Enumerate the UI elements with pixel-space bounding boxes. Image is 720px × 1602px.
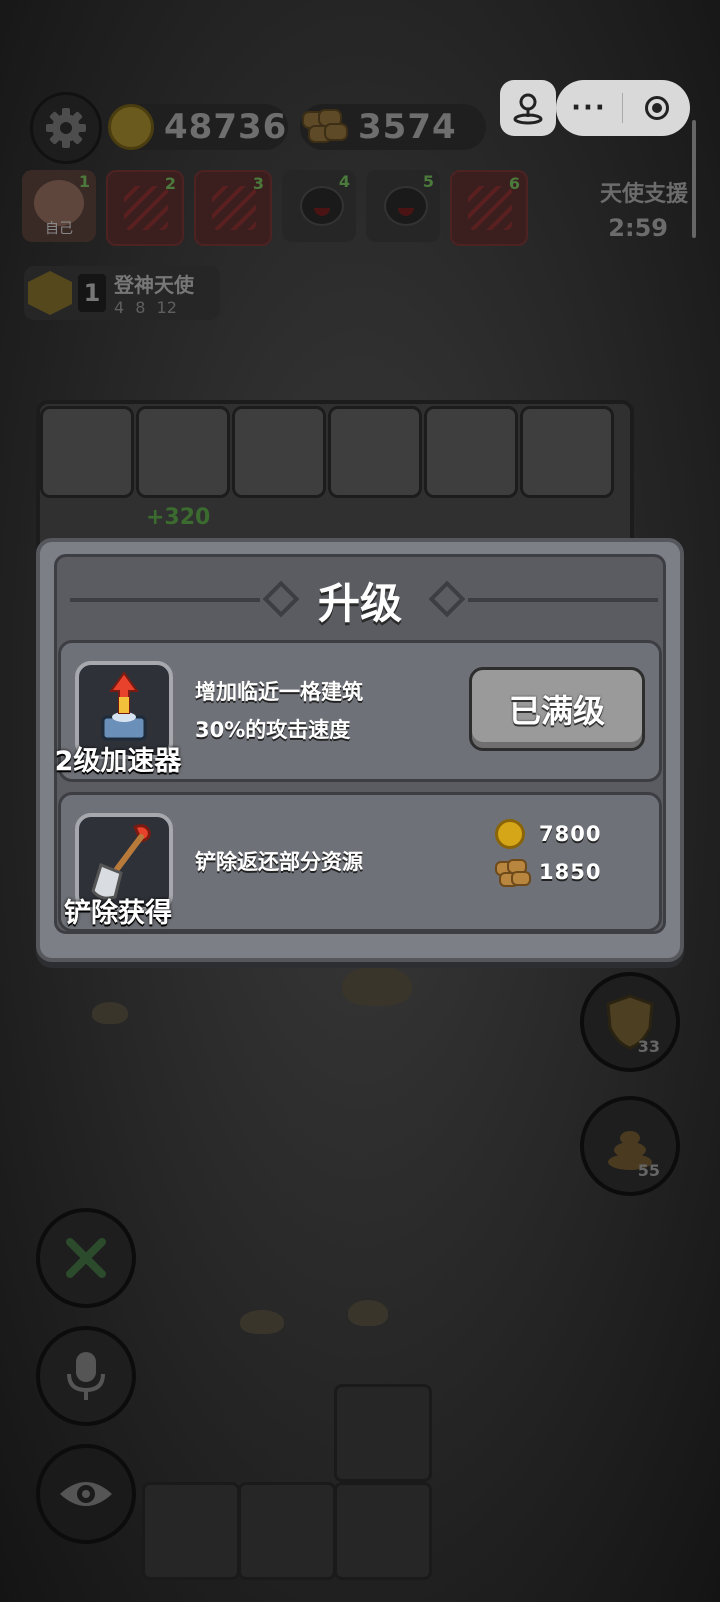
wood-logs-icon [495,859,531,887]
remove-item-name: 铲除获得 [64,898,172,929]
player-number: 4 [338,172,350,191]
max-level-button[interactable]: 已满级 [469,667,645,751]
voice-button[interactable] [36,1326,136,1426]
miniprogram-capsule: ··· [556,80,690,136]
floating-gain-text: +320 [146,505,211,530]
gold-amount: 48736 [164,107,288,147]
upgrade-row: 2级加速器 增加临近一格建筑 30%的攻击速度 已满级 [55,640,662,782]
rank-thresholds: 4 8 12 [114,298,177,317]
gear-icon [46,108,86,148]
angel-support-label: 天使支援 [599,182,688,207]
wood-logs-icon [300,107,348,147]
hammer-wrench-icon [66,1238,106,1278]
upgrade-description-line2: 30%的攻击速度 [195,718,351,742]
building-wall [36,400,634,558]
rank-level: 1 [78,274,106,312]
refund-list: 7800 1850 [495,815,615,891]
player-number: 5 [422,172,434,191]
player-slot[interactable]: 4 [282,170,356,242]
self-label: 自己 [45,221,73,237]
player-slot[interactable]: 6 [450,170,528,246]
target-icon [644,96,669,120]
player-slot[interactable]: 3 [194,170,272,246]
player-list: 1 自己 2 3 4 5 6 [22,170,528,246]
poop-button[interactable]: 55 [580,1096,680,1196]
eye-icon [60,1482,112,1506]
eliminated-icon [468,186,512,230]
wood-amount: 3574 [358,107,457,147]
rank-card[interactable]: 1 登神天使 4 8 12 [24,266,220,320]
remove-description: 铲除返还部分资源 [195,850,363,874]
view-button[interactable] [36,1444,136,1544]
player-slot[interactable]: 1 自己 [22,170,96,242]
player-number: 2 [164,174,176,193]
scrollbar [692,120,696,238]
joystick-button[interactable] [500,80,556,136]
shield-count: 33 [637,1037,660,1056]
player-slot[interactable]: 2 [106,170,184,246]
wood-refund: 1850 [539,860,602,884]
remove-row: 铲除获得 铲除返还部分资源 7800 1850 [58,792,662,932]
joystick-icon [513,93,543,125]
angel-support-timer: 2:59 [608,214,668,242]
poop-count: 55 [637,1161,660,1180]
angel-badge-icon [28,271,72,315]
build-button[interactable] [36,1208,136,1308]
rank-title: 登神天使 [114,273,194,297]
player-number: 3 [252,174,264,193]
coin-icon [108,104,154,150]
upgrade-description: 增加临近一格建筑 30%的攻击速度 [195,673,363,749]
microphone-icon [67,1352,105,1400]
eliminated-icon [212,186,256,230]
settings-button[interactable] [30,92,102,164]
upgrade-item-name: 2级加速器 [54,746,182,777]
upgrade-description-line1: 增加临近一格建筑 [195,680,363,704]
gold-refund: 7800 [539,822,602,846]
player-slot[interactable]: 5 [366,170,440,242]
gold-counter: 48736 [108,104,288,150]
player-number: 1 [78,172,90,191]
player-face-icon [384,186,428,226]
player-number: 6 [508,174,520,193]
shield-button[interactable]: 33 [580,972,680,1072]
more-options-button[interactable]: ··· [556,93,622,123]
eliminated-icon [124,186,168,230]
player-face-icon [300,186,344,226]
wood-counter: 3574 [300,104,486,150]
close-miniprogram-button[interactable] [623,96,690,120]
coin-icon [495,819,525,849]
